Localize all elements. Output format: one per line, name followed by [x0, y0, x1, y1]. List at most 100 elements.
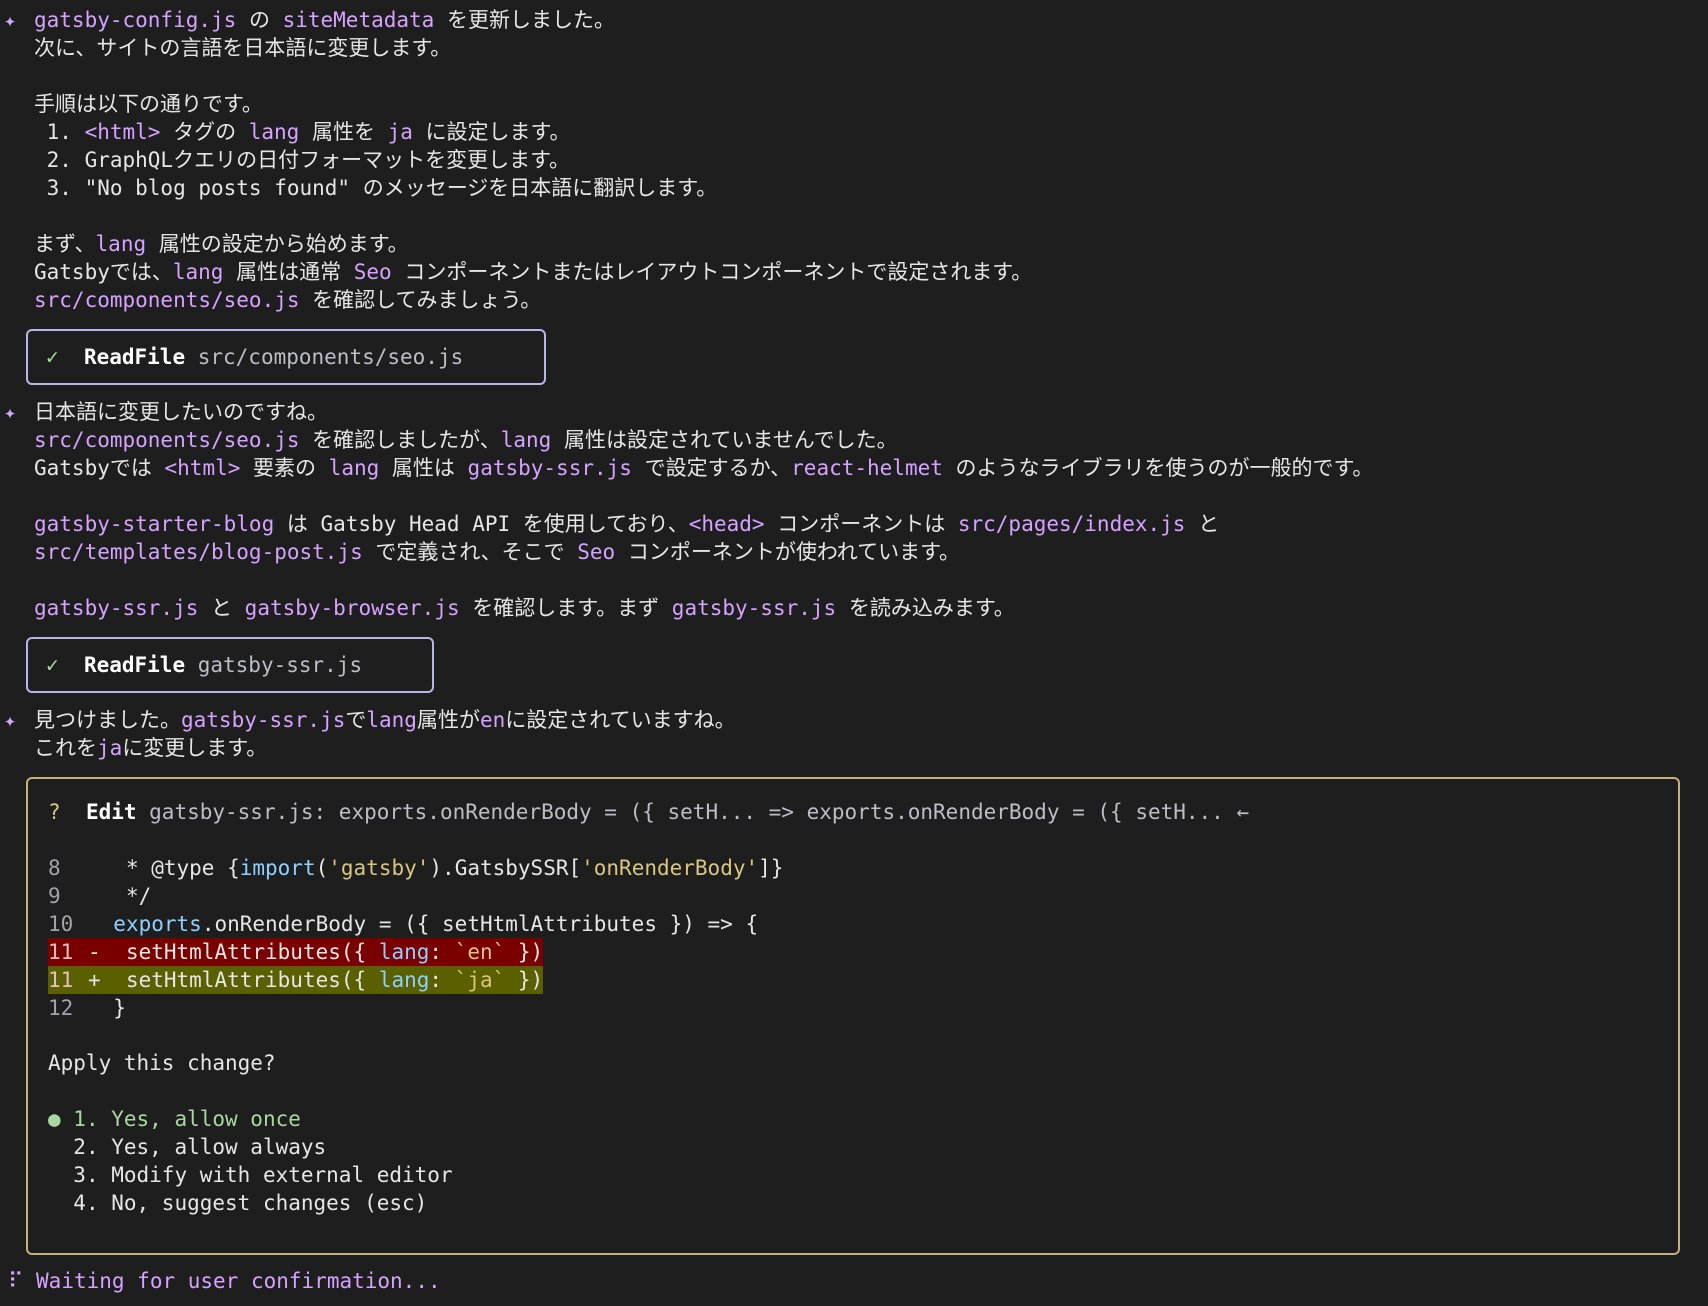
message-line: Gatsbyでは <html> 要素の lang 属性は gatsby-ssr.…: [34, 454, 1373, 482]
spinner-icon: ⠏: [8, 1269, 37, 1293]
text-segment: は Gatsby Head API を使用しており、: [274, 512, 689, 536]
option-label: 2. Yes, allow always: [73, 1135, 327, 1159]
code-token: react-helmet: [791, 456, 943, 480]
message-line: Gatsbyでは、lang 属性は通常 Seo コンポーネントまたはレイアウトコ…: [34, 258, 1032, 286]
code-token: lang: [378, 940, 430, 964]
confirm-option-4[interactable]: 4. No, suggest changes (esc): [48, 1189, 427, 1217]
text-segment: 属性は: [379, 456, 468, 480]
apply-prompt: Apply this change?: [48, 1051, 276, 1075]
code-token: exports: [100, 912, 202, 936]
code-token: gatsby-browser.js: [244, 596, 460, 620]
diff-sign: [88, 996, 101, 1020]
code-token: gatsby-ssr.js: [181, 708, 346, 732]
edit-header: ? Edit gatsby-ssr.js: exports.onRenderBo…: [48, 798, 1249, 826]
option-indent: [48, 1163, 73, 1187]
text-segment: Gatsbyでは: [34, 456, 165, 480]
code-token: */: [100, 884, 152, 908]
option-label: 1. Yes, allow once: [73, 1107, 301, 1131]
text-segment: を確認しましたが、: [299, 428, 501, 452]
edit-description: gatsby-ssr.js: exports.onRenderBody = ({…: [136, 800, 1250, 824]
code-token: ]}: [758, 856, 784, 880]
code-token: src/components/seo.js: [34, 428, 300, 452]
code-token: lang: [95, 232, 147, 256]
message-line: src/components/seo.js を確認しましたが、lang 属性は設…: [34, 426, 898, 454]
code-token: ja: [97, 736, 123, 760]
assistant-star-icon: ✦: [4, 708, 17, 732]
code-token: ja: [387, 120, 413, 144]
diff-line-add: 11 + setHtmlAttributes({ lang: `ja` }): [48, 966, 544, 994]
message-line: まず、lang 属性の設定から始めます。: [34, 230, 409, 258]
message-line: gatsby-ssr.js と gatsby-browser.js を確認します…: [34, 594, 1015, 622]
code-token: setHtmlAttributes({: [100, 968, 379, 992]
check-icon: ✓: [46, 345, 84, 369]
code-token: :: [429, 968, 455, 992]
text-segment: Gatsbyでは、: [34, 260, 173, 284]
option-indent: [48, 1135, 73, 1159]
text-segment: 見つけました。: [34, 708, 181, 732]
diff-line-ctx: 9 */: [48, 882, 151, 910]
message-line: src/templates/blog-post.js で定義され、そこで Seo…: [34, 538, 960, 566]
confirm-option-2[interactable]: 2. Yes, allow always: [48, 1133, 326, 1161]
assistant-star-icon: ✦: [4, 8, 17, 32]
text-segment: 日本語に変更したいのですね。: [34, 400, 328, 424]
tool-call-readfile: ✓ ReadFile gatsby-ssr.js: [26, 637, 434, 693]
code-token: gatsby-ssr.js: [671, 596, 837, 620]
code-token: en: [479, 708, 506, 732]
confirm-option-1[interactable]: ● 1. Yes, allow once: [48, 1105, 301, 1133]
text-segment: 属性が: [416, 708, 480, 732]
text-segment: コンポーネントまたはレイアウトコンポーネントで設定されます。: [391, 260, 1033, 284]
text-segment: を読み込みます。: [836, 596, 1015, 620]
code-token: Seo: [577, 540, 616, 564]
code-token: setHtmlAttributes({: [100, 940, 379, 964]
code-token: }): [505, 940, 544, 964]
text-segment: 次に、サイトの言語を日本語に変更します。: [34, 36, 452, 60]
tool-name: ReadFile: [83, 653, 186, 677]
tool-name: ReadFile: [83, 345, 186, 369]
tool-call-readfile: ✓ ReadFile src/components/seo.js: [26, 329, 546, 385]
code-token: gatsby-ssr.js: [467, 456, 632, 480]
text-segment: を確認してみましょう。: [299, 288, 542, 312]
code-token: gatsby-ssr.js: [34, 596, 199, 620]
code-token: Seo: [353, 260, 392, 284]
code-token: lang: [248, 120, 300, 144]
code-token: }: [100, 996, 126, 1020]
diff-line-ctx: 10 exports.onRenderBody = ({ setHtmlAttr…: [48, 910, 758, 938]
tool-argument: gatsby-ssr.js: [185, 653, 363, 677]
status-line: ⠏ Waiting for user confirmation...: [8, 1267, 441, 1295]
code-token: 'gatsby': [328, 856, 430, 880]
line-number: 11: [48, 940, 74, 964]
text-segment: 3. "No blog posts found" のメッセージを日本語に翻訳しま…: [34, 176, 718, 200]
text-segment: 属性の設定から始めます。: [146, 232, 409, 256]
text-segment: コンポーネントが使われています。: [615, 540, 961, 564]
code-token: gatsby-config.js: [34, 8, 237, 32]
text-segment: 2. GraphQLクエリの日付フォーマットを変更します。: [34, 148, 570, 172]
code-token: src/templates/blog-post.js: [34, 540, 363, 564]
code-token: lang: [378, 968, 430, 992]
line-number: 12: [48, 996, 74, 1020]
option-label: 4. No, suggest changes (esc): [73, 1191, 428, 1215]
text-segment: で定義され、そこで: [362, 540, 578, 564]
text-segment: これを: [34, 736, 97, 760]
terminal: ✦ gatsby-config.js の siteMetadata を更新しました…: [0, 0, 1708, 1306]
line-number: 8: [48, 856, 61, 880]
message-line: 3. "No blog posts found" のメッセージを日本語に翻訳しま…: [34, 174, 718, 202]
message-line: 次に、サイトの言語を日本語に変更します。: [34, 34, 451, 62]
code-token: ).GatsbySSR[: [429, 856, 582, 880]
text-segment: を更新しました。: [434, 8, 615, 32]
diff-line-del: 11- setHtmlAttributes({ lang: `en` }): [48, 938, 544, 966]
message-line: 1. <html> タグの lang 属性を ja に設定します。: [34, 118, 571, 146]
code-token: `ja`: [454, 968, 506, 992]
diff-sign: [88, 912, 101, 936]
line-number: 11: [48, 968, 74, 992]
diff-line-ctx: 8 * @type {import('gatsby').GatsbySSR['o…: [48, 854, 783, 882]
tool-call-row: ✓ ReadFile src/components/seo.js: [46, 331, 463, 383]
text-segment: で: [345, 708, 367, 732]
selected-radio-icon: ●: [48, 1107, 74, 1131]
confirm-option-3[interactable]: 3. Modify with external editor: [48, 1161, 452, 1189]
code-token: lang: [500, 428, 552, 452]
edit-confirmation-dialog: ? Edit gatsby-ssr.js: exports.onRenderBo…: [26, 777, 1680, 1255]
option-indent: [48, 1191, 73, 1215]
text-segment: と: [1185, 512, 1220, 536]
code-token: lang: [328, 456, 380, 480]
text-segment: 属性は設定されていませんでした。: [551, 428, 898, 452]
